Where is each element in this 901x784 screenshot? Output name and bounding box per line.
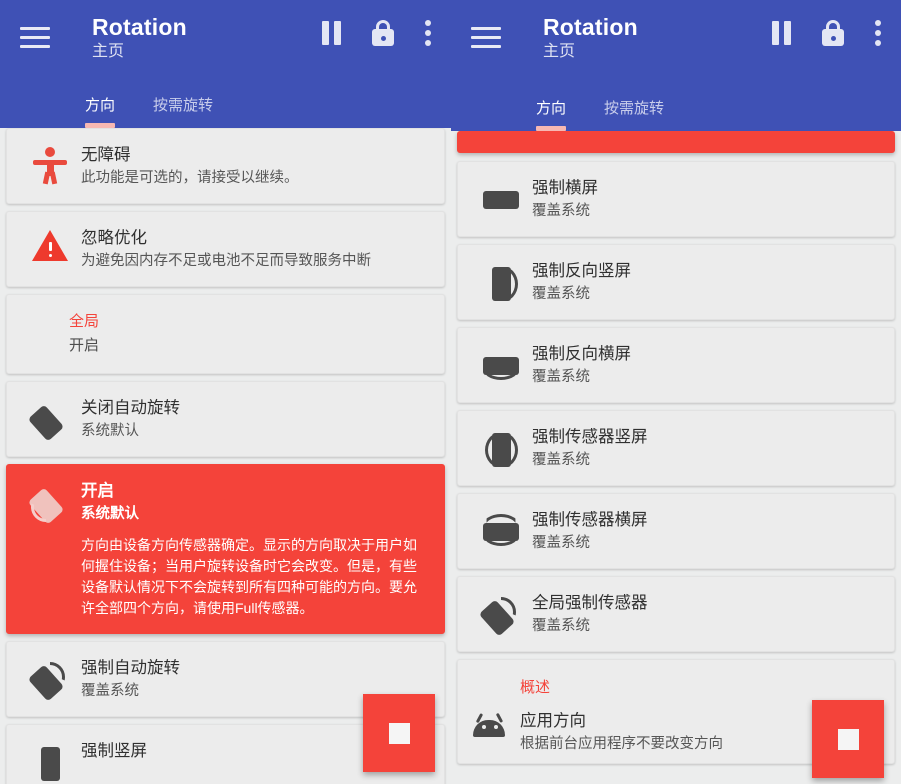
accessibility-icon (19, 143, 81, 185)
list-item-selected-on[interactable]: 开启 系统默认 方向由设备方向传感器确定。显示的方向取决于用户如何握住设备；当用… (6, 464, 445, 634)
hamburger-icon[interactable] (20, 20, 54, 54)
lock-icon[interactable] (822, 20, 844, 46)
pause-icon[interactable] (772, 21, 792, 45)
tab-orientation[interactable]: 方向 (536, 97, 567, 131)
list-item-title: 忽略优化 (81, 229, 147, 247)
tab-per-app-rotation[interactable]: 按需旋转 (153, 94, 213, 128)
app-bar-actions-right (772, 20, 887, 46)
app-title: Rotation (92, 14, 187, 40)
rotation-auto-icon (19, 656, 81, 702)
list-item-title: 强制反向横屏 (532, 345, 631, 363)
lock-icon[interactable] (372, 20, 394, 46)
list-item-global-force-sensor[interactable]: 全局强制传感器 覆盖系统 (457, 576, 895, 652)
section-value: 开启 (69, 337, 100, 354)
app-bar-left: Rotation 主页 方向 按需旋转 (0, 0, 451, 128)
list-item-title: 关闭自动旋转 (81, 399, 180, 417)
list-item-auto-rotate-off[interactable]: 关闭自动旋转 系统默认 (6, 381, 445, 457)
stop-fab-button[interactable] (812, 700, 884, 778)
list-item-subtitle: 覆盖系统 (532, 203, 590, 219)
settings-list-left[interactable]: 无障碍 此功能是可选的，请接受以继续。 忽略优化 为避免因内存不足或电池不足而导… (0, 128, 451, 784)
list-item-title: 应用方向 (520, 712, 586, 730)
list-item-subtitle: 此功能是可选的，请接受以继续。 (81, 170, 299, 186)
list-item-description: 方向由设备方向传感器确定。显示的方向取决于用户如何握住设备；当用户旋转设备时它会… (81, 537, 417, 616)
rotation-locked-icon (19, 396, 81, 442)
app-bar-titles-left: Rotation 主页 (92, 14, 322, 63)
device-reverse-landscape-icon (470, 342, 532, 382)
list-item-title: 强制横屏 (532, 179, 598, 197)
list-item-title: 全局强制传感器 (532, 594, 648, 612)
list-item-force-reverse-portrait[interactable]: 强制反向竖屏 覆盖系统 (457, 244, 895, 320)
list-item-title: 无障碍 (81, 146, 131, 164)
tab-orientation[interactable]: 方向 (85, 94, 116, 128)
right-pane: Rotation 主页 方向 按需旋转 强制横屏 覆盖系统 强制反向竖屏 覆盖系… (451, 0, 901, 784)
rotation-auto-icon (19, 479, 81, 525)
hamburger-icon[interactable] (471, 20, 505, 54)
list-item-force-sensor-landscape[interactable]: 强制传感器横屏 覆盖系统 (457, 493, 895, 569)
tab-per-app-rotation[interactable]: 按需旋转 (604, 97, 664, 131)
list-item-force-landscape[interactable]: 强制横屏 覆盖系统 (457, 161, 895, 237)
list-item-subtitle: 覆盖系统 (532, 535, 590, 551)
list-item-selected-clipped[interactable] (457, 131, 895, 153)
list-item-force-reverse-landscape[interactable]: 强制反向横屏 覆盖系统 (457, 327, 895, 403)
android-icon (458, 709, 520, 737)
device-portrait-icon (19, 739, 81, 784)
tab-bar-left: 方向 按需旋转 (0, 80, 451, 128)
device-sensor-portrait-icon (470, 425, 532, 471)
section-header-global[interactable]: 全局 开启 (6, 294, 445, 374)
tab-bar-right: 方向 按需旋转 (451, 83, 901, 131)
list-item-accessibility[interactable]: 无障碍 此功能是可选的，请接受以继续。 (6, 128, 445, 204)
list-item-subtitle: 覆盖系统 (532, 452, 590, 468)
rotation-sensor-icon (470, 591, 532, 637)
warning-triangle-icon (19, 226, 81, 262)
list-item-subtitle: 覆盖系统 (532, 369, 590, 385)
stop-icon (388, 722, 410, 744)
list-item-subtitle: 根据前台应用程序不要改变方向 (520, 736, 723, 752)
stop-icon (837, 728, 859, 750)
list-item-title: 强制自动旋转 (81, 659, 180, 677)
list-item-title: 强制传感器竖屏 (532, 428, 648, 446)
list-item-title: 强制反向竖屏 (532, 262, 631, 280)
list-item-title: 开启 (81, 482, 114, 500)
section-label: 全局 (69, 313, 100, 330)
device-landscape-icon (470, 176, 532, 216)
list-item-subtitle: 为避免因内存不足或电池不足而导致服务中断 (81, 253, 371, 269)
stop-fab-button[interactable] (363, 694, 435, 772)
section-label: 概述 (520, 679, 551, 696)
list-item-force-sensor-portrait[interactable]: 强制传感器竖屏 覆盖系统 (457, 410, 895, 486)
list-item-subtitle: 覆盖系统 (532, 286, 590, 302)
app-bar-actions-left (322, 20, 437, 46)
list-item-subtitle: 覆盖系统 (532, 618, 590, 634)
app-bar-right: Rotation 主页 方向 按需旋转 (451, 0, 901, 131)
pause-icon[interactable] (322, 21, 342, 45)
settings-list-right[interactable]: 强制横屏 覆盖系统 强制反向竖屏 覆盖系统 强制反向横屏 覆盖系统 强制传感器竖… (451, 131, 901, 784)
list-item-subtitle: 系统默认 (81, 506, 139, 522)
device-sensor-landscape-icon (470, 508, 532, 548)
app-title: Rotation (543, 14, 638, 40)
list-item-subtitle: 系统默认 (81, 423, 139, 439)
overflow-menu-icon[interactable] (874, 20, 881, 46)
dual-pane-screenshot: Rotation 主页 方向 按需旋转 无障碍 此功能是可选的，请接受以继续。 … (0, 0, 901, 784)
app-bar-titles-right: Rotation 主页 (543, 14, 772, 63)
overflow-menu-icon[interactable] (424, 20, 431, 46)
app-subtitle: 主页 (92, 43, 125, 60)
left-pane: Rotation 主页 方向 按需旋转 无障碍 此功能是可选的，请接受以继续。 … (0, 0, 451, 784)
list-item-title: 强制传感器横屏 (532, 511, 648, 529)
device-reverse-portrait-icon (470, 259, 532, 305)
app-subtitle: 主页 (543, 43, 576, 60)
list-item-ignore-optimization[interactable]: 忽略优化 为避免因内存不足或电池不足而导致服务中断 (6, 211, 445, 287)
